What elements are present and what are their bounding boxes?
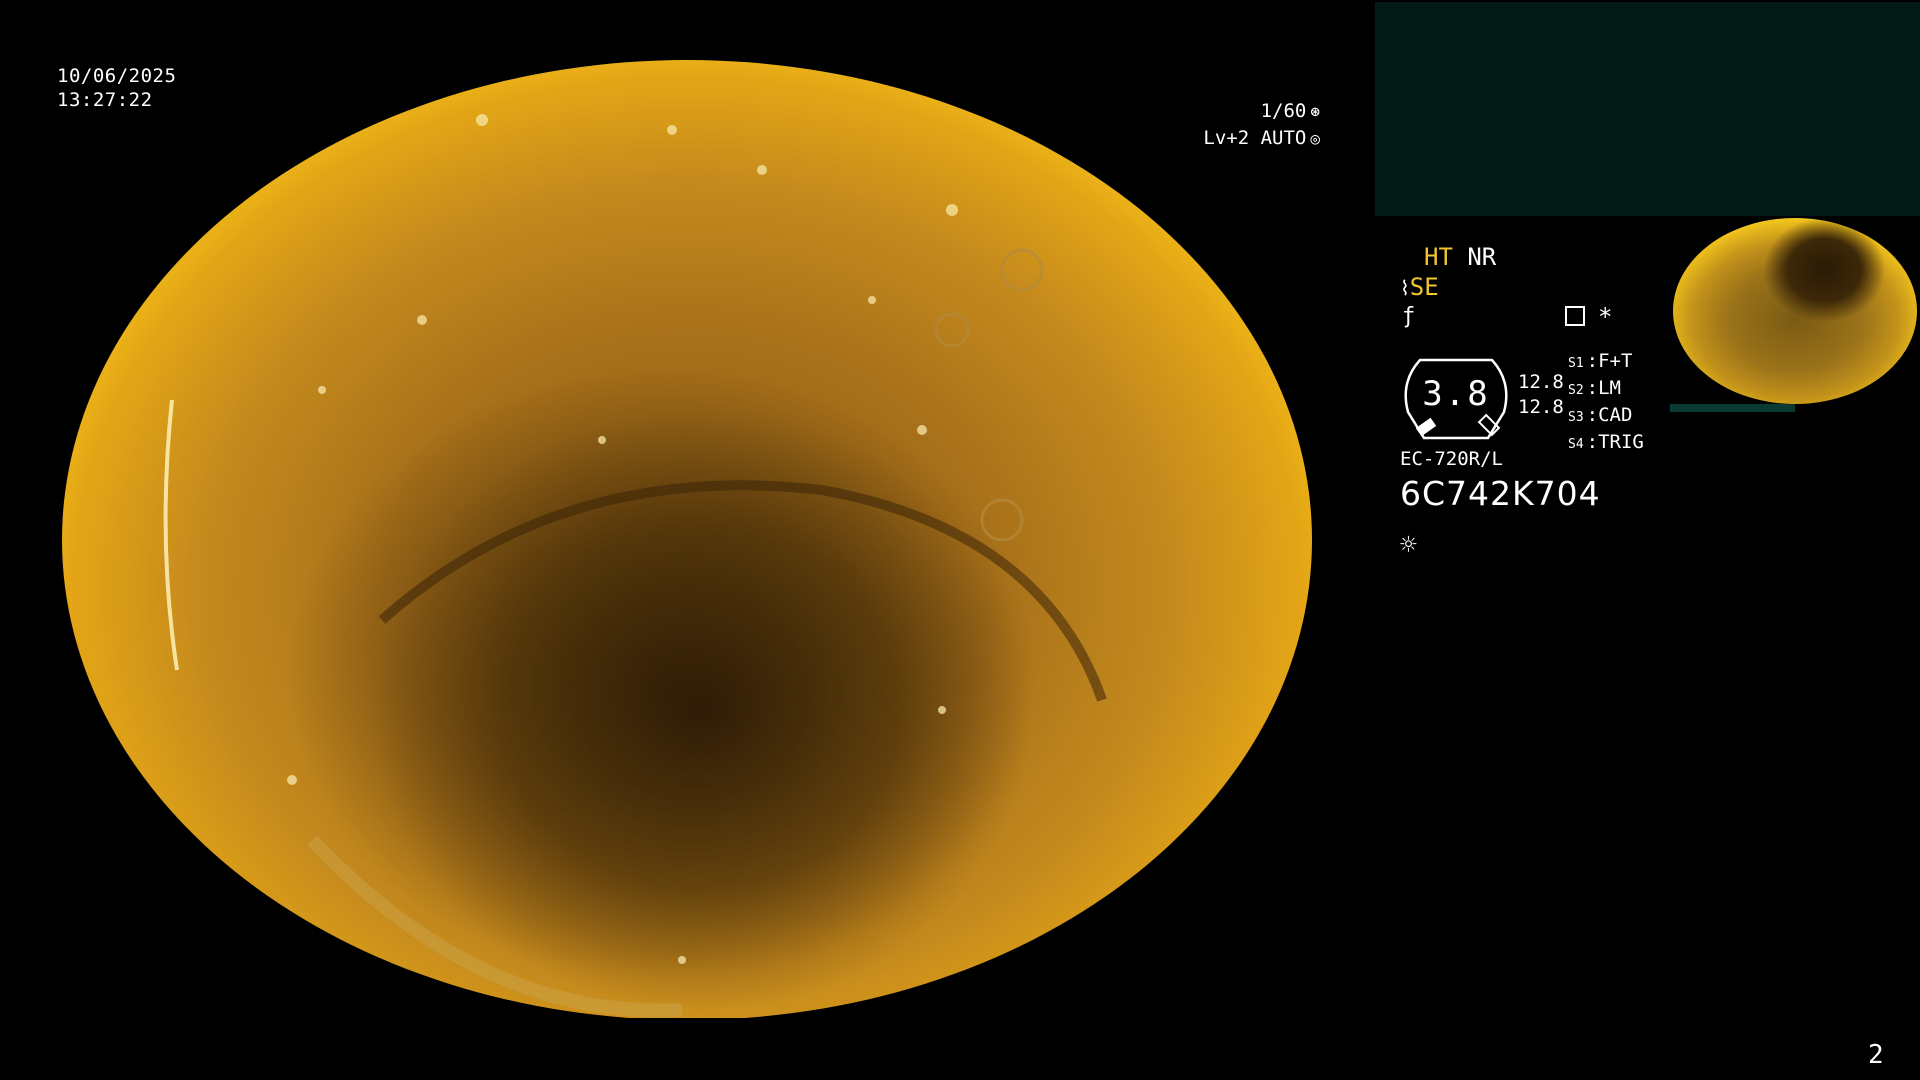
iris-mode: AUTO [1260, 127, 1307, 149]
page-number: 2 [1868, 1040, 1884, 1070]
se-icon: ⌇ [1400, 276, 1410, 300]
preview-panel [1375, 2, 1920, 216]
iris-icon: ◎ [1310, 129, 1320, 148]
aperture-icon: ⊛ [1310, 102, 1320, 121]
switch-row: S1:F+T [1568, 350, 1633, 372]
scope-serial: 6C742K704 [1400, 474, 1601, 513]
switch-row: S3:CAD [1568, 404, 1633, 426]
mask-bottom [0, 1018, 1340, 1080]
switch-row: S2:LM [1568, 377, 1621, 399]
ht-mode: HT [1424, 243, 1453, 271]
curve-icon: ƒ [1402, 304, 1416, 329]
level-text: Lv+2 [1203, 127, 1250, 149]
shutter-speed: 1/60 [1260, 100, 1307, 122]
timestamp: 10/06/2025 13:27:22 [57, 64, 176, 112]
mask-top [0, 0, 1340, 60]
sun-icon: ☼ [1400, 528, 1417, 561]
endoscope-main-view [62, 60, 1312, 1020]
mode-ht-nr: HT NR [1424, 242, 1496, 272]
nr-mode: NR [1467, 243, 1497, 271]
asterisk-icon: * [1598, 303, 1613, 331]
time-text: 13:27:22 [57, 89, 153, 111]
scope-model: EC-720R/L [1400, 448, 1503, 470]
exposure-info: 1/60 ⊛ Lv+2 AUTO ◎ [1180, 98, 1320, 152]
thumbnail-bar [1670, 404, 1795, 412]
switch-row: S4:TRIG [1568, 431, 1644, 453]
thumbnail-image [1673, 218, 1917, 404]
gauge-value: 3.8 [1422, 374, 1490, 414]
record-icon [1565, 306, 1585, 326]
switch-list: S1:F+T S2:LM S3:CAD S4:TRIG [1568, 349, 1644, 457]
se-mode: SE [1409, 273, 1439, 301]
gauge-reading-bottom: 12.8 [1518, 396, 1564, 418]
date-text: 10/06/2025 [57, 65, 177, 87]
mode-se: ⌇SE [1400, 272, 1439, 303]
gauge-reading-top: 12.8 [1518, 371, 1564, 393]
gauge-readings: 12.8 12.8 [1518, 370, 1564, 420]
